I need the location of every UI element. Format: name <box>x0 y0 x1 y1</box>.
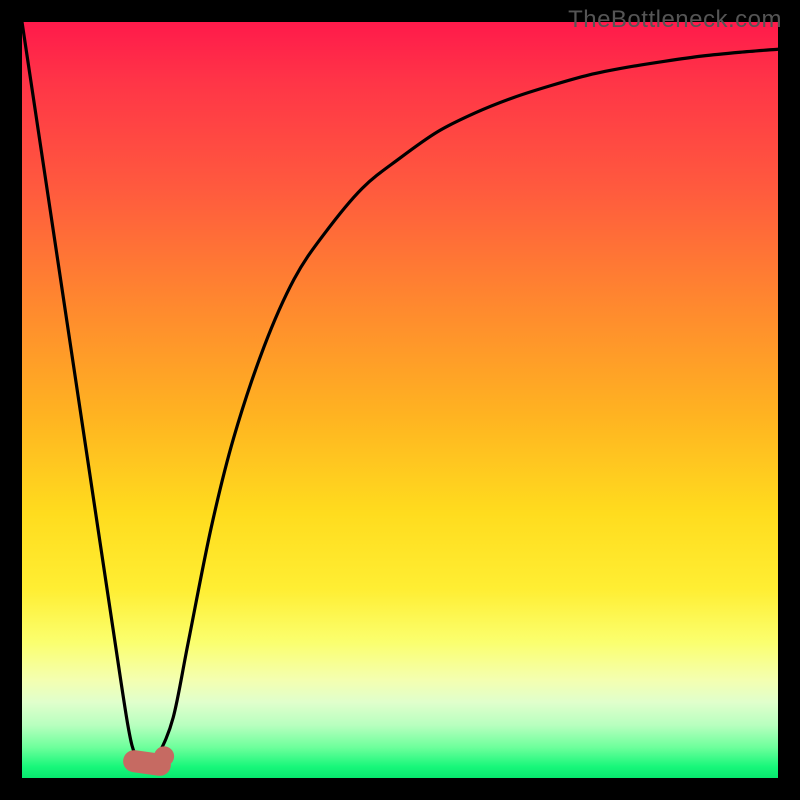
plot-area <box>22 22 778 778</box>
curve-layer <box>22 22 778 778</box>
watermark-text: TheBottleneck.com <box>568 6 782 34</box>
bottleneck-curve <box>22 22 778 764</box>
chart-frame: TheBottleneck.com <box>0 0 800 800</box>
